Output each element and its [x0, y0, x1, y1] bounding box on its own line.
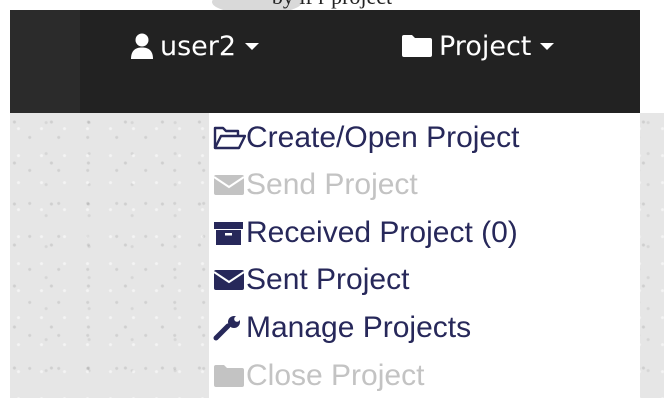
menu-item-received-project[interactable]: Received Project (0) [213, 210, 518, 256]
menu-item-label: Sent Project [246, 263, 410, 296]
project-menu-toggle[interactable]: Project [401, 26, 555, 66]
project-dropdown-menu: Create/Open Project Send Project Receive… [209, 113, 640, 398]
user-icon [130, 33, 154, 59]
menu-item-label: Create/Open Project [246, 121, 520, 154]
folder-icon [213, 361, 246, 391]
menu-item-label: Send Project [246, 168, 418, 201]
menu-item-label: Close Project [246, 359, 425, 392]
chevron-down-icon [540, 42, 555, 50]
menu-item-create-open-project[interactable]: Create/Open Project [213, 115, 519, 161]
user-menu-toggle[interactable]: user2 [130, 26, 260, 66]
folder-icon [401, 34, 433, 58]
project-menu-label: Project [439, 30, 532, 62]
menu-item-label: Received Project (0) [246, 216, 518, 249]
menu-item-sent-project[interactable]: Sent Project [213, 257, 409, 303]
menu-item-label: Manage Projects [246, 311, 472, 344]
user-menu-label: user2 [160, 30, 237, 62]
navbar-brand-area [10, 10, 80, 113]
chevron-down-icon [245, 42, 260, 50]
screen: by lf r project user2 Project [0, 0, 664, 398]
wrench-icon [213, 313, 246, 343]
archive-icon [213, 218, 246, 248]
menu-item-manage-projects[interactable]: Manage Projects [213, 305, 471, 351]
folder-open-icon [213, 123, 246, 153]
cropped-caption: by lf r project [0, 0, 664, 10]
menu-item-close-project[interactable]: Close Project [213, 353, 424, 398]
menu-item-send-project[interactable]: Send Project [213, 162, 418, 208]
envelope-icon [213, 265, 246, 295]
right-margin [640, 10, 664, 113]
envelope-icon [213, 170, 246, 200]
